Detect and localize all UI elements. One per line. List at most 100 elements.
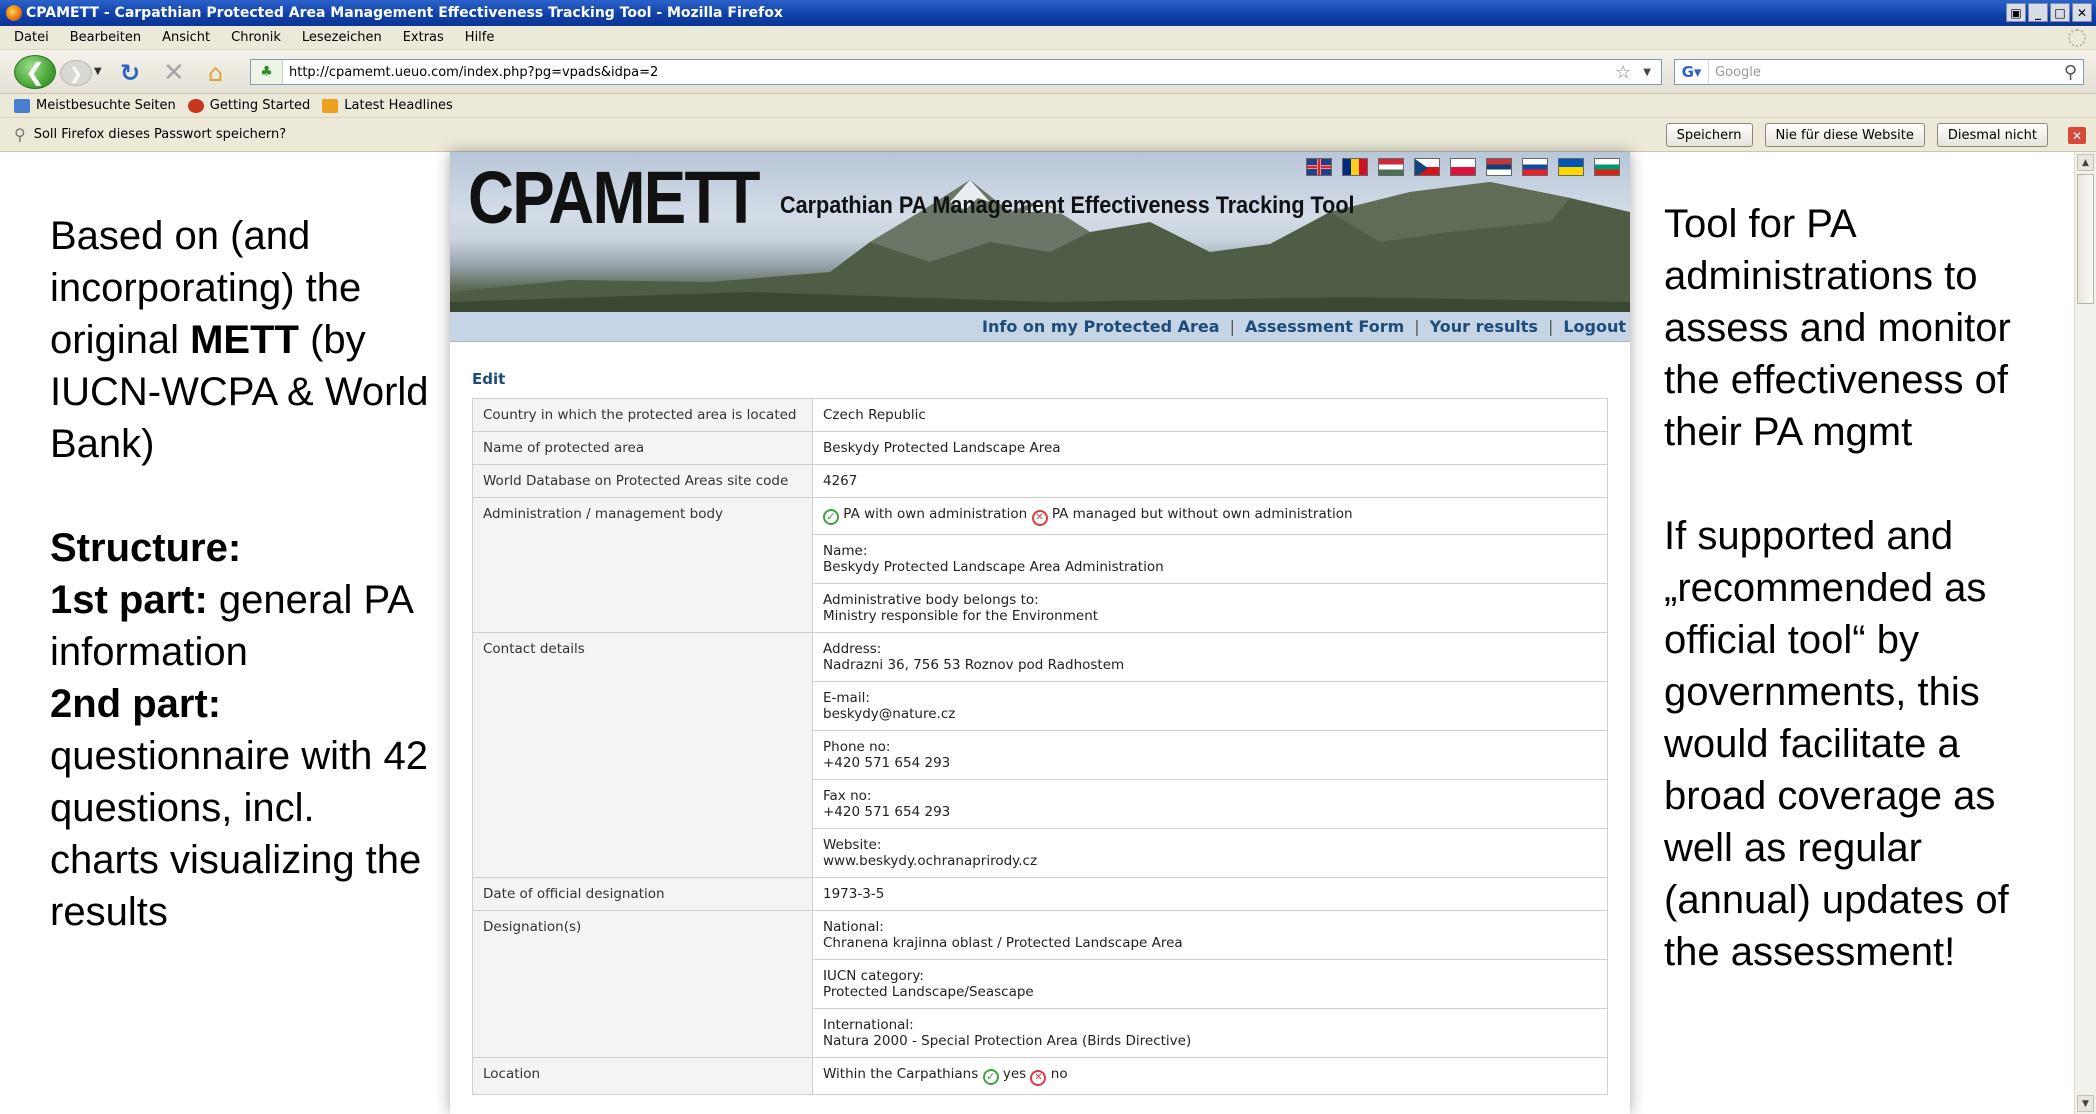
site-navigation: Info on my Protected Area | Assessment F… [450,312,1630,342]
close-button[interactable]: ✕ [2072,3,2092,22]
menu-chronik[interactable]: Chronik [231,30,281,45]
bookmark-latest-headlines[interactable]: Latest Headlines [322,98,453,113]
vertical-scrollbar[interactable]: ▲ ▼ [2074,152,2096,1114]
row-label: Designation(s) [472,910,813,1058]
menu-lesezeichen[interactable]: Lesezeichen [302,30,382,45]
iucn-category-cell: IUCN category: Protected Landscape/Seasc… [812,959,1608,1009]
flag-slovakia-icon[interactable] [1522,158,1548,176]
cpamett-logo[interactable]: CPAMETT [468,158,761,238]
search-icon[interactable]: ⚲ [2064,62,2077,83]
check-icon: ✓ [823,509,839,525]
url-dropdown-icon[interactable]: ▼ [1643,67,1651,78]
notification-text: Soll Firefox dieses Passwort speichern? [33,127,287,142]
structure-part-1: 1st part: general PA information [50,578,412,674]
url-bar[interactable]: ♣ http://cpamemt.ueuo.com/index.php?pg=v… [250,59,1662,85]
menu-datei[interactable]: Datei [14,30,49,45]
flag-poland-icon[interactable] [1450,158,1476,176]
field-label: Administrative body belongs to: [823,592,1039,608]
menu-bearbeiten[interactable]: Bearbeiten [70,30,141,45]
not-now-button[interactable]: Diesmal nicht [1936,123,2048,147]
forward-arrow-icon: ❯ [69,63,83,83]
search-bar[interactable]: G▾ Google ⚲ [1674,59,2084,85]
back-arrow-icon: ❮ [24,58,46,86]
website-value: www.beskydy.ochranaprirody.cz [823,853,1038,869]
window-title: CPAMETT - Carpathian Protected Area Mana… [26,5,783,21]
restore-icon[interactable]: ▣ [2006,3,2026,22]
menu-bar: Datei Bearbeiten Ansicht Chronik Lesezei… [0,26,2096,50]
flag-hungary-icon[interactable] [1378,158,1404,176]
maximize-button[interactable]: □ [2050,3,2070,22]
bookmark-label: Latest Headlines [344,98,453,113]
site-banner: CPAMETT Carpathian PA Management Effecti… [450,152,1630,312]
menu-extras[interactable]: Extras [403,30,444,45]
language-flags [1306,158,1620,176]
no-option: no [1050,1066,1068,1082]
nav-assessment-form[interactable]: Assessment Form [1245,317,1404,336]
table-row: Name of protected area Beskydy Protected… [472,431,1608,465]
flag-ukraine-icon[interactable] [1558,158,1584,176]
website-cell: Website: www.beskydy.ochranaprirody.cz [812,828,1608,878]
nav-info-protected-area[interactable]: Info on my Protected Area [982,317,1220,336]
history-dropdown-icon[interactable]: ▼ [94,66,102,77]
email-value: beskydy@nature.cz [823,706,956,722]
cross-icon: ✕ [1031,510,1048,526]
never-for-site-button[interactable]: Nie für diese Website [1764,123,1925,147]
designation-date-value: 1973-3-5 [812,877,1608,911]
flag-bulgaria-icon[interactable] [1594,158,1620,176]
nav-your-results[interactable]: Your results [1430,317,1538,336]
row-label: World Database on Protected Areas site c… [472,464,813,498]
structure-heading: Structure: [50,526,242,570]
back-button[interactable]: ❮ [14,55,56,89]
forward-button[interactable]: ❯ [60,60,92,86]
country-value: Czech Republic [812,398,1608,432]
iucn-category-value: Protected Landscape/Seascape [823,984,1034,1000]
bookmark-star-icon[interactable]: ☆ [1615,62,1631,83]
site-subtitle: Carpathian PA Management Effectiveness T… [780,192,1355,219]
bookmark-most-visited[interactable]: Meistbesuchte Seiten [14,98,176,113]
pa-name-value: Beskydy Protected Landscape Area [812,431,1608,465]
menu-hilfe[interactable]: Hilfe [465,30,495,45]
slide-right-text: Tool for PA administrations to assess an… [1664,198,2064,978]
save-password-button[interactable]: Speichern [1665,123,1753,147]
search-input[interactable]: Google [1709,65,2064,80]
home-icon[interactable]: ⌂ [208,59,223,87]
yes-option: yes [1002,1066,1027,1082]
flag-uk-icon[interactable] [1306,158,1332,176]
table-row: Contact details Address: Nadrazni 36, 75… [472,632,1608,878]
field-label: Fax no: [823,788,872,804]
pa-info-table: Country in which the protected area is l… [472,398,1608,1095]
structure-part-2: 2nd part: questionnaire with 42 question… [50,682,429,934]
menu-ansicht[interactable]: Ansicht [162,30,210,45]
row-label: Location [472,1057,813,1095]
scroll-up-icon[interactable]: ▲ [2077,154,2094,171]
rss-feed-icon [322,98,339,113]
flag-serbia-icon[interactable] [1486,158,1512,176]
stop-icon[interactable]: ✕ [163,58,185,88]
field-label: Name: [823,543,868,559]
table-row: World Database on Protected Areas site c… [472,464,1608,498]
minimize-button[interactable]: _ [2028,3,2048,22]
url-input[interactable]: http://cpamemt.ueuo.com/index.php?pg=vpa… [283,65,1615,80]
close-notification-icon[interactable]: ✕ [2068,127,2086,144]
edit-link[interactable]: Edit [472,370,1630,388]
row-label: Date of official designation [472,877,813,911]
bookmarks-toolbar: Meistbesuchte Seiten Getting Started Lat… [0,94,2096,118]
field-label: National: [823,919,884,935]
nav-logout[interactable]: Logout [1563,317,1626,336]
flag-czech-icon[interactable] [1414,158,1440,176]
google-engine-icon[interactable]: G▾ [1675,60,1709,84]
flag-romania-icon[interactable] [1342,158,1368,176]
row-label: Country in which the protected area is l… [472,398,813,432]
reload-icon[interactable]: ↻ [120,59,140,87]
scrollbar-thumb[interactable] [2077,174,2094,304]
row-label: Name of protected area [472,431,813,465]
window-titlebar: CPAMETT - Carpathian Protected Area Mana… [0,0,2096,26]
field-label: Phone no: [823,739,891,755]
firefox-logo-icon [6,5,22,21]
row-label: Contact details [472,632,813,878]
location-cell: Within the Carpathians ✓ yes ✕ no [812,1057,1608,1095]
table-row: Location Within the Carpathians ✓ yes ✕ … [472,1057,1608,1095]
scroll-down-icon[interactable]: ▼ [2077,1095,2094,1112]
bookmark-getting-started[interactable]: Getting Started [187,98,310,113]
navigation-toolbar: ❮ ❯ ▼ ↻ ✕ ⌂ ♣ http://cpamemt.ueuo.com/in… [0,50,2096,94]
